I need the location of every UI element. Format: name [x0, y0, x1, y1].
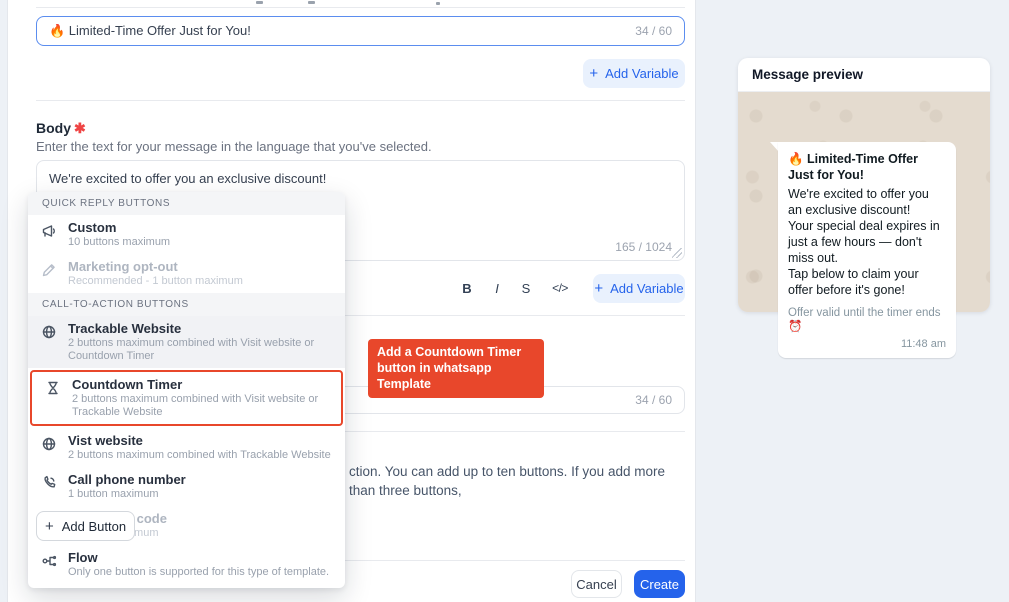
dropdown-item-title: Call phone number — [68, 472, 335, 487]
dropdown-item-marketing-opt-out[interactable]: Marketing opt-out Recommended - 1 button… — [28, 254, 345, 293]
cropped-text-remnant — [436, 2, 440, 5]
dropdown-item-title: Trackable Website — [68, 321, 335, 336]
call-to-action-section-header: CALL-TO-ACTION BUTTONS — [28, 293, 345, 316]
body-char-counter: 165 / 1024 — [615, 240, 672, 254]
globe-icon — [41, 324, 57, 340]
add-button[interactable]: + Add Button — [36, 511, 135, 541]
bubble-body-text: We're excited to offer you an exclusive … — [788, 186, 946, 298]
cropped-text-remnant — [308, 1, 315, 4]
dropdown-item-flow[interactable]: Flow Only one button is supported for th… — [28, 545, 345, 584]
header-text-input[interactable] — [49, 24, 627, 39]
bubble-body-line: Your special deal expires in just a few … — [788, 218, 946, 266]
message-preview-panel: Message preview 🔥 Limited-Time Offer Jus… — [738, 58, 990, 312]
dropdown-item-call-phone-number[interactable]: Call phone number 1 button maximum — [28, 467, 345, 506]
add-variable-label: Add Variable — [610, 281, 683, 296]
dropdown-item-subtitle: 2 buttons maximum combined with Visit we… — [72, 393, 331, 419]
globe-icon — [41, 436, 57, 452]
top-divider — [36, 7, 685, 8]
body-label-text: Body — [36, 120, 71, 136]
footer-char-counter: 34 / 60 — [635, 393, 672, 407]
add-variable-button-header[interactable]: + Add Variable — [583, 59, 685, 88]
italic-button[interactable]: I — [485, 276, 509, 300]
bubble-header-text: 🔥 Limited-Time Offer Just for You! — [788, 151, 946, 183]
plus-icon: + — [589, 66, 598, 81]
dropdown-item-title: Vist website — [68, 433, 335, 448]
add-variable-label: Add Variable — [605, 66, 678, 81]
dropdown-item-visit-website[interactable]: Vist website 2 buttons maximum combined … — [28, 428, 345, 467]
dropdown-item-subtitle: 1 button maximum — [68, 488, 335, 501]
header-text-field: 34 / 60 — [36, 16, 685, 46]
cancel-button[interactable]: Cancel — [571, 570, 622, 598]
create-button[interactable]: Create — [634, 570, 685, 598]
bubble-timestamp: 11:48 am — [788, 338, 946, 350]
cropped-text-remnant — [256, 1, 263, 4]
dropdown-item-trackable-website[interactable]: Trackable Website 2 buttons maximum comb… — [28, 316, 345, 368]
header-char-counter: 34 / 60 — [635, 24, 672, 38]
quick-reply-section-header: QUICK REPLY BUTTONS — [28, 192, 345, 215]
buttons-section-description: ction. You can add up to ten buttons. If… — [349, 462, 685, 500]
bubble-footer-text: Offer valid until the timer ends ⏰ — [788, 306, 946, 334]
plus-icon: + — [45, 518, 54, 535]
dropdown-item-countdown-timer[interactable]: Countdown Timer 2 buttons maximum combin… — [30, 370, 343, 426]
phone-icon — [41, 475, 57, 491]
section-divider — [36, 100, 685, 101]
strikethrough-button[interactable]: S — [514, 276, 538, 300]
required-asterisk: ✱ — [74, 120, 86, 136]
dropdown-item-subtitle: 2 buttons maximum combined with Visit we… — [68, 337, 335, 363]
bubble-body-line: We're excited to offer you an exclusive … — [788, 186, 946, 218]
megaphone-icon — [41, 223, 57, 239]
bubble-body-line: Tap below to claim your offer before it'… — [788, 266, 946, 298]
dropdown-item-title: Custom — [68, 220, 335, 235]
chat-bubble: 🔥 Limited-Time Offer Just for You! We're… — [778, 142, 956, 358]
bold-button[interactable]: B — [455, 276, 479, 300]
add-button-label: Add Button — [62, 519, 126, 534]
dropdown-item-subtitle: 2 buttons maximum combined with Trackabl… — [68, 449, 335, 462]
dropdown-item-title: Countdown Timer — [72, 377, 331, 392]
flow-icon — [41, 553, 57, 569]
template-editor-page: 34 / 60 + Add Variable Body✱ Enter the t… — [0, 0, 1009, 602]
whatsapp-chat-background: 🔥 Limited-Time Offer Just for You! We're… — [738, 92, 990, 312]
dropdown-item-subtitle: Only one button is supported for this ty… — [68, 566, 335, 579]
body-section-description: Enter the text for your message in the l… — [36, 139, 432, 154]
add-variable-button-body[interactable]: + Add Variable — [593, 274, 685, 303]
dropdown-item-subtitle: Recommended - 1 button maximum — [68, 275, 335, 288]
resize-handle[interactable] — [672, 248, 682, 258]
dropdown-item-title: Flow — [68, 550, 335, 565]
message-preview-title: Message preview — [738, 58, 990, 92]
dropdown-item-subtitle: 10 buttons maximum — [68, 236, 335, 249]
hourglass-icon — [45, 380, 61, 396]
body-section-label: Body✱ — [36, 120, 86, 137]
dropdown-item-custom[interactable]: Custom 10 buttons maximum — [28, 215, 345, 254]
code-button[interactable]: </> — [548, 276, 572, 300]
countdown-timer-tooltip: Add a Countdown Timer button in whatsapp… — [368, 339, 544, 398]
plus-icon: + — [594, 281, 603, 296]
pencil-icon — [41, 262, 57, 278]
dropdown-item-title: Marketing opt-out — [68, 259, 335, 274]
